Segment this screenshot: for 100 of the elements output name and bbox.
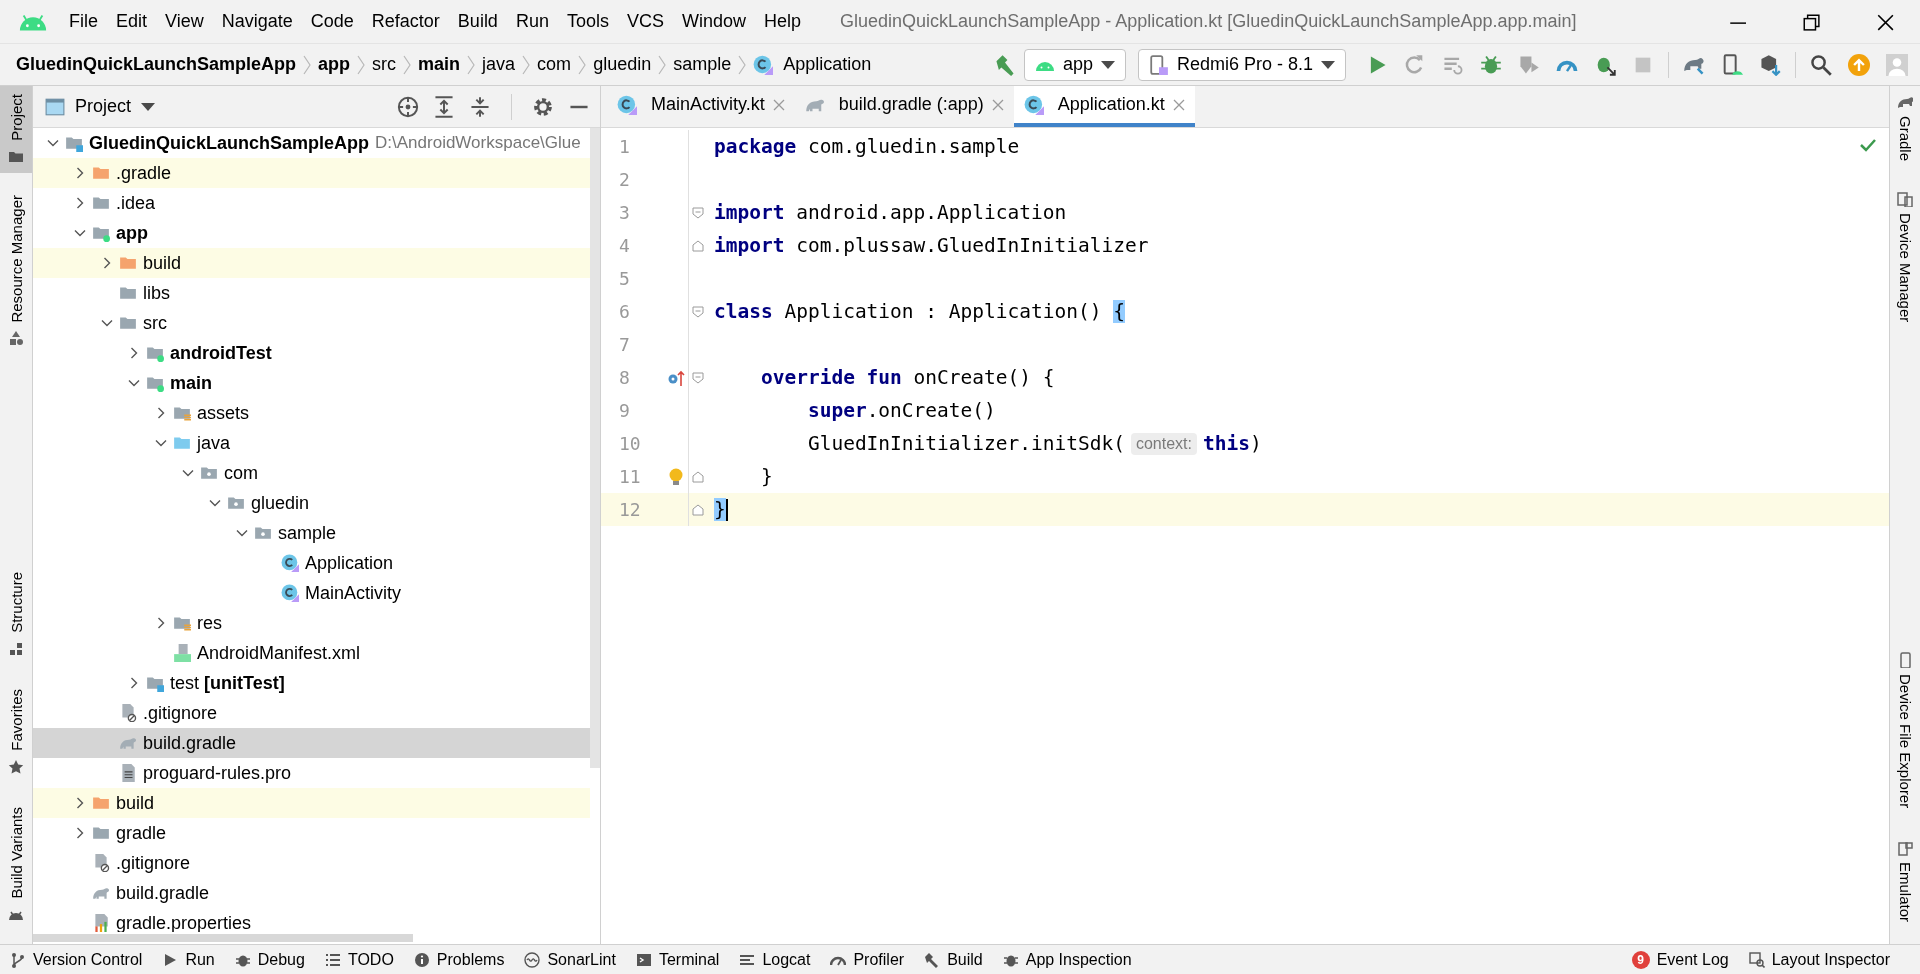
- fold-marker-icon[interactable]: [691, 371, 704, 384]
- tool-window-tab[interactable]: Emulator: [1890, 831, 1920, 930]
- bug-icon[interactable]: [1480, 53, 1502, 76]
- menu-item[interactable]: View: [156, 11, 213, 32]
- fold-marker-icon[interactable]: [691, 206, 704, 219]
- tool-window-button[interactable]: Profiler: [820, 950, 915, 969]
- tree-item[interactable]: .gradle: [33, 158, 590, 188]
- tool-window-button[interactable]: Run: [152, 950, 225, 969]
- menu-item[interactable]: VCS: [617, 11, 673, 32]
- tree-item[interactable]: main: [33, 368, 590, 398]
- breadcrumb[interactable]: gluedin: [593, 54, 652, 75]
- menu-item[interactable]: Navigate: [212, 11, 302, 32]
- breadcrumb[interactable]: sample: [673, 54, 732, 75]
- tree-item[interactable]: gluedin: [33, 488, 590, 518]
- tool-window-button[interactable]: Problems: [403, 950, 515, 969]
- fold-marker-icon[interactable]: [691, 305, 704, 318]
- tree-item[interactable]: .idea: [33, 188, 590, 218]
- editor-tab[interactable]: Application.kt: [1013, 86, 1195, 127]
- tool-window-button[interactable]: TODO: [314, 950, 404, 969]
- line-number: 3: [618, 202, 631, 223]
- tool-window-tab[interactable]: Resource Manager: [0, 186, 32, 355]
- tool-window-button[interactable]: 9 Event Log: [1621, 950, 1739, 969]
- menu-item[interactable]: Help: [755, 11, 811, 32]
- project-view-dropdown[interactable]: Project: [45, 96, 156, 117]
- wave-icon: [524, 951, 541, 968]
- breadcrumb[interactable]: com: [537, 54, 572, 75]
- tool-window-button[interactable]: Logcat: [729, 950, 821, 969]
- tool-window-button[interactable]: Layout Inspector: [1738, 950, 1900, 969]
- package-download-icon[interactable]: [1759, 53, 1781, 76]
- tree-item[interactable]: build: [33, 788, 590, 818]
- tool-window-tab[interactable]: Device File Explorer: [1890, 643, 1920, 816]
- override-marker-icon[interactable]: [666, 368, 685, 387]
- menu-item[interactable]: Refactor: [362, 11, 449, 32]
- tree-item[interactable]: libs: [33, 278, 590, 308]
- editor-tab[interactable]: build.gradle (:app): [794, 86, 1014, 127]
- close-icon[interactable]: [1876, 12, 1894, 31]
- tool-window-button[interactable]: Terminal: [625, 950, 730, 969]
- folder-icon: [92, 164, 110, 182]
- device-dropdown[interactable]: Redmi6 Pro - 8.1: [1137, 48, 1346, 81]
- editor-tab[interactable]: MainActivity.kt: [607, 86, 795, 127]
- breadcrumb[interactable]: src: [372, 54, 397, 75]
- tool-window-button[interactable]: Debug: [224, 950, 315, 969]
- restore-icon[interactable]: [1802, 12, 1820, 31]
- tree-item[interactable]: app: [33, 218, 590, 248]
- tree-item[interactable]: build.gradle: [33, 878, 590, 908]
- tree-item[interactable]: src: [33, 308, 590, 338]
- breadcrumb[interactable]: java: [482, 54, 516, 75]
- tool-window-button[interactable]: Version Control: [0, 950, 153, 969]
- chevron-icon: [738, 54, 747, 75]
- tool-window-tab[interactable]: Favorites: [0, 680, 32, 783]
- tool-window-button[interactable]: Build: [914, 950, 993, 969]
- fold-marker-icon[interactable]: [691, 503, 704, 516]
- device-manager-icon[interactable]: [1721, 53, 1743, 76]
- scrollbar[interactable]: [590, 128, 600, 768]
- tool-window-button[interactable]: SonarLint: [514, 950, 626, 969]
- tool-window-tab[interactable]: Project: [0, 86, 32, 173]
- tool-window-button[interactable]: App Inspection: [992, 950, 1142, 969]
- menu-item[interactable]: Code: [301, 11, 363, 32]
- tree-item[interactable]: proguard-rules.pro: [33, 758, 590, 788]
- tool-window-tab[interactable]: Structure: [0, 564, 32, 665]
- tree-item[interactable]: res: [33, 608, 590, 638]
- tree-item[interactable]: build.gradle: [33, 728, 590, 758]
- run-config-dropdown[interactable]: app: [1023, 48, 1126, 81]
- tree-item[interactable]: AndroidManifest.xml: [33, 638, 590, 668]
- settings-icon[interactable]: [532, 95, 554, 118]
- tree-item[interactable]: .gitignore: [33, 848, 590, 878]
- tree-item[interactable]: build: [33, 248, 590, 278]
- tree-item[interactable]: java: [33, 428, 590, 458]
- tool-window-tab[interactable]: Build Variants: [0, 798, 32, 930]
- breadcrumb[interactable]: app: [318, 54, 351, 75]
- tool-window-tab[interactable]: Device Manager: [1890, 183, 1920, 331]
- scrollbar[interactable]: [33, 934, 413, 942]
- tree-item[interactable]: sample: [33, 518, 590, 548]
- breadcrumb[interactable]: GluedinQuickLaunchSampleApp: [16, 54, 297, 75]
- tool-window-tab[interactable]: Gradle: [1890, 86, 1920, 170]
- tree-item[interactable]: androidTest: [33, 338, 590, 368]
- fold-marker-icon[interactable]: [691, 239, 704, 252]
- tree-item[interactable]: gradle: [33, 818, 590, 848]
- hammer-icon[interactable]: [993, 53, 1016, 76]
- tree-item[interactable]: assets: [33, 398, 590, 428]
- menu-item[interactable]: Build: [448, 11, 507, 32]
- breadcrumb[interactable]: main: [418, 54, 461, 75]
- expand-all-icon[interactable]: [433, 95, 455, 118]
- menu-item[interactable]: Edit: [107, 11, 157, 32]
- search-icon[interactable]: [1810, 53, 1832, 76]
- tree-item[interactable]: MainActivity: [33, 578, 590, 608]
- tree-item[interactable]: test [unitTest]: [33, 668, 590, 698]
- tree-item[interactable]: Application: [33, 548, 590, 578]
- breadcrumb[interactable]: Application: [753, 54, 872, 75]
- collapse-all-icon[interactable]: [469, 95, 491, 118]
- menu-item[interactable]: File: [60, 11, 107, 32]
- menu-item[interactable]: Window: [672, 11, 755, 32]
- locate-icon[interactable]: [397, 95, 419, 118]
- tree-item[interactable]: .gitignore: [33, 698, 590, 728]
- menu-item[interactable]: Run: [506, 11, 558, 32]
- tree-item[interactable]: GluedinQuickLaunchSampleApp D:\AndroidWorkspace\Glue: [33, 128, 590, 158]
- tree-item[interactable]: com: [33, 458, 590, 488]
- menu-item[interactable]: Tools: [557, 11, 618, 32]
- tree-item[interactable]: gradle.properties: [33, 908, 590, 932]
- fold-marker-icon[interactable]: [691, 470, 704, 483]
